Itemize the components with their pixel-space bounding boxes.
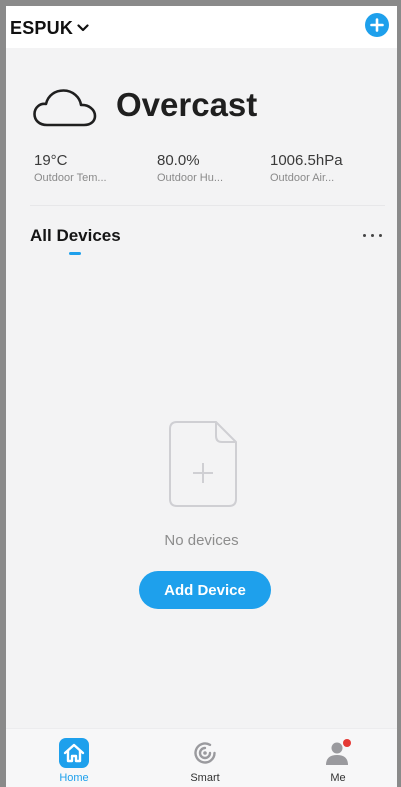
divider [30, 205, 385, 206]
empty-document-icon [169, 421, 237, 507]
dot-icon [363, 234, 366, 237]
more-options-button[interactable] [363, 232, 385, 240]
tab-label: Me [330, 772, 346, 784]
tab-label: Home [59, 772, 89, 784]
top-bar: ESPUK [6, 6, 397, 48]
app-window: ESPUK Overcast 19°C Outdoor Tem... 80.0%… [6, 6, 397, 787]
home-switcher[interactable]: ESPUK [10, 17, 89, 39]
user-icon [326, 739, 351, 765]
tab-indicator [69, 252, 81, 255]
bottom-tab-bar: Home Smart Me [6, 728, 397, 787]
stat-label: Outdoor Hu... [157, 172, 224, 184]
tab-all-devices[interactable]: All Devices [30, 226, 121, 246]
home-name: ESPUK [10, 17, 74, 38]
dot-icon [379, 234, 382, 237]
tab-me[interactable]: Me [283, 729, 393, 787]
weather-condition: Overcast [116, 86, 258, 123]
stat-label: Outdoor Air... [270, 172, 335, 184]
stat-value: 80.0% [157, 152, 200, 169]
tab-home[interactable]: Home [19, 729, 129, 787]
outdoor-air-pressure: 1006.5hPa Outdoor Air... [270, 152, 343, 185]
dot-icon [371, 234, 374, 237]
plus-icon [370, 18, 384, 32]
stat-value: 1006.5hPa [270, 152, 343, 169]
smart-icon [194, 742, 216, 764]
tab-smart[interactable]: Smart [150, 729, 260, 787]
chevron-down-icon [77, 24, 89, 32]
home-icon [59, 738, 89, 768]
stat-label: Outdoor Tem... [34, 172, 107, 184]
stat-value: 19°C [34, 152, 68, 169]
notification-dot [343, 739, 351, 747]
cloud-icon [33, 89, 97, 127]
outdoor-humidity: 80.0% Outdoor Hu... [157, 152, 223, 185]
add-device-button[interactable]: Add Device [139, 571, 271, 609]
tab-label: Smart [190, 772, 220, 784]
outdoor-temperature: 19°C Outdoor Tem... [34, 152, 107, 185]
add-button[interactable] [365, 13, 389, 37]
empty-state-text: No devices [164, 532, 239, 549]
